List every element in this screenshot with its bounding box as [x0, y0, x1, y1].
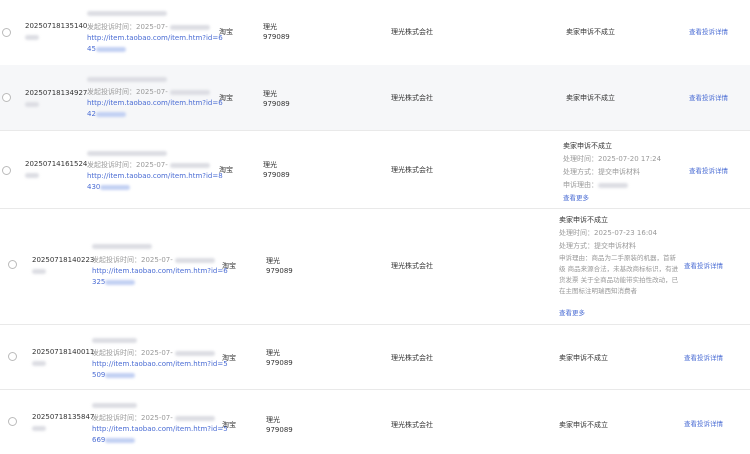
redacted-title — [87, 75, 167, 84]
table-row: 20250718140011 发起投诉时间：2025-07- http://it… — [0, 324, 750, 390]
redacted-title — [87, 9, 167, 18]
view-more-link[interactable]: 查看更多 — [559, 307, 585, 317]
view-details-link[interactable]: 查看投诉详情 — [689, 165, 728, 175]
platform: 淘宝 — [219, 28, 233, 36]
brand-name: 理光 — [263, 90, 277, 98]
redacted-text — [25, 171, 39, 180]
row-checkbox[interactable] — [2, 93, 11, 102]
complaint-time: 发起投诉时间：2025-07- — [87, 161, 168, 169]
appeal-reason-label: 申诉理由： — [563, 181, 598, 189]
table-row: 20250714161524 发起投诉时间：2025-07- http://it… — [0, 130, 750, 209]
status: 卖家申诉不成立 — [566, 94, 615, 102]
rights-owner: 理光株式会社 — [391, 421, 433, 429]
status: 卖家申诉不成立 — [559, 421, 608, 429]
status: 卖家申诉不成立 — [559, 354, 608, 362]
redacted-text — [32, 424, 46, 433]
process-time: 处理时间：2025-07-20 17:24 — [563, 155, 662, 163]
redacted-title — [92, 336, 137, 345]
status: 卖家申诉不成立 — [566, 28, 615, 36]
table-row: 20250718135140 发起投诉时间：2025-07- http://it… — [0, 0, 750, 66]
item-link[interactable]: http://item.taobao.com/item.htm?id=6 — [87, 99, 223, 107]
brand-code: 979089 — [263, 33, 290, 41]
redacted-title — [87, 149, 167, 158]
item-link[interactable]: http://item.taobao.com/item.htm?id=8 — [87, 172, 223, 180]
complaint-time: 发起投诉时间：2025-07- — [92, 349, 173, 357]
brand-code: 979089 — [263, 171, 290, 179]
item-link-cont[interactable]: 42 — [87, 110, 126, 118]
brand-name: 理光 — [266, 257, 280, 265]
complaint-id: 20250718135140 — [25, 22, 88, 30]
brand-name: 理光 — [263, 23, 277, 31]
brand-code: 979089 — [266, 267, 293, 275]
view-details-link[interactable]: 查看投诉详情 — [689, 92, 728, 102]
appeal-reason: 申诉理由：商品为二手原装的机器，首新级 商品来源合法，未基改商标标识，有进货发票… — [559, 254, 679, 295]
process-time: 处理时间：2025-07-23 16:04 — [559, 229, 658, 237]
status: 卖家申诉不成立 — [559, 216, 608, 224]
item-link-cont[interactable]: 430 — [87, 183, 131, 191]
item-link[interactable]: http://item.taobao.com/item.htm?id=5 — [92, 425, 228, 433]
row-checkbox[interactable] — [8, 352, 17, 361]
item-link[interactable]: http://item.taobao.com/item.htm?id=5 — [92, 360, 228, 368]
complaint-id: 20250718135847 — [32, 413, 95, 421]
item-link-cont[interactable]: 45 — [87, 45, 126, 53]
platform: 淘宝 — [219, 166, 233, 174]
platform: 淘宝 — [222, 262, 236, 270]
item-link[interactable]: http://item.taobao.com/item.htm?id=6 — [87, 34, 223, 42]
rights-owner: 理光株式会社 — [391, 354, 433, 362]
brand-code: 979089 — [266, 359, 293, 367]
redacted-text — [32, 359, 46, 368]
item-link-cont[interactable]: 325 — [92, 278, 136, 286]
complaint-id: 20250714161524 — [25, 160, 88, 168]
redacted-title — [92, 401, 137, 410]
rights-owner: 理光株式会社 — [391, 166, 433, 174]
row-checkbox[interactable] — [2, 166, 11, 175]
complaint-time: 发起投诉时间：2025-07- — [87, 23, 168, 31]
complaint-id: 20250718140011 — [32, 348, 95, 356]
platform: 淘宝 — [219, 94, 233, 102]
process-method: 处理方式：提交申诉材料 — [559, 242, 636, 250]
view-details-link[interactable]: 查看投诉详情 — [684, 418, 723, 428]
complaint-id: 20250718140223 — [32, 256, 95, 264]
row-checkbox[interactable] — [8, 260, 17, 269]
item-link-cont[interactable]: 669 — [92, 436, 136, 444]
platform: 淘宝 — [222, 354, 236, 362]
complaint-time: 发起投诉时间：2025-07- — [92, 414, 173, 422]
row-checkbox[interactable] — [8, 417, 17, 426]
brand-code: 979089 — [266, 426, 293, 434]
rights-owner: 理光株式会社 — [391, 262, 433, 270]
view-details-link[interactable]: 查看投诉详情 — [689, 26, 728, 36]
item-link[interactable]: http://item.taobao.com/item.htm?id=6 — [92, 267, 228, 275]
redacted-title — [92, 242, 152, 251]
rights-owner: 理光株式会社 — [391, 28, 433, 36]
redacted-text — [25, 33, 39, 42]
view-details-link[interactable]: 查看投诉详情 — [684, 352, 723, 362]
view-details-link[interactable]: 查看投诉详情 — [684, 260, 723, 270]
platform: 淘宝 — [222, 421, 236, 429]
redacted-text — [32, 267, 46, 276]
redacted-text — [25, 100, 39, 109]
brand-name: 理光 — [266, 416, 280, 424]
brand-name: 理光 — [266, 349, 280, 357]
complaint-table: 20250718135140 发起投诉时间：2025-07- http://it… — [0, 0, 750, 454]
complaint-time: 发起投诉时间：2025-07- — [92, 256, 173, 264]
brand-name: 理光 — [263, 161, 277, 169]
rights-owner: 理光株式会社 — [391, 94, 433, 102]
brand-code: 979089 — [263, 100, 290, 108]
table-row: 20250718140223 发起投诉时间：2025-07- http://it… — [0, 208, 750, 325]
status: 卖家申诉不成立 — [563, 142, 612, 150]
complaint-time: 发起投诉时间：2025-07- — [87, 88, 168, 96]
view-more-link[interactable]: 查看更多 — [563, 192, 589, 202]
item-link-cont[interactable]: 509 — [92, 371, 136, 379]
table-row: 20250718134927 发起投诉时间：2025-07- http://it… — [0, 65, 750, 131]
table-row: 20250718135847 发起投诉时间：2025-07- http://it… — [0, 389, 750, 454]
complaint-id: 20250718134927 — [25, 89, 88, 97]
row-checkbox[interactable] — [2, 28, 11, 37]
process-method: 处理方式：提交申诉材料 — [563, 168, 640, 176]
